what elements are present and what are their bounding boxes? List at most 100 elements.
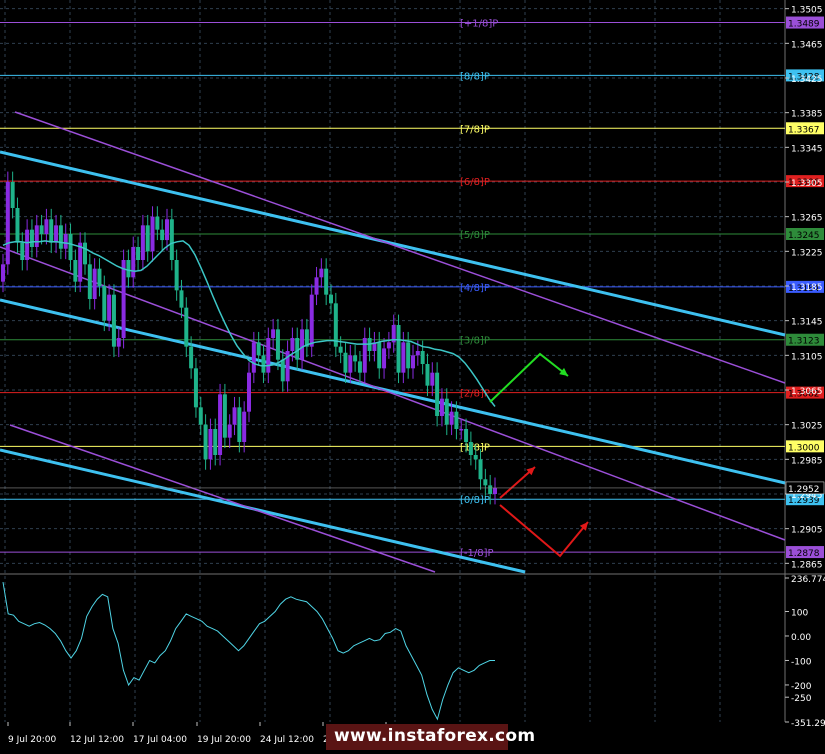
candle-body	[319, 268, 324, 278]
candle-body	[449, 411, 454, 425]
time-tick-label: 17 Jul 04:00	[133, 735, 187, 745]
chart-canvas: [+1/8]P 1.3489[8/8]P 1.3428[7/8]P 1.3367[6/…	[0, 0, 825, 750]
candle-body	[15, 208, 20, 243]
price-tick-label: 1.3465	[791, 40, 823, 50]
price-tick-label: 1.3425	[791, 75, 823, 85]
price-tag-text: 1.3123	[788, 337, 820, 347]
candle-body	[459, 429, 464, 431]
candle-body	[357, 361, 362, 373]
candle-body	[145, 225, 150, 252]
time-tick-label: 9 Jul 20:00	[8, 735, 57, 745]
price-tick-label: 1.3225	[791, 248, 823, 258]
candle-body	[39, 225, 44, 234]
candle-body	[87, 264, 92, 299]
candle-body	[256, 342, 261, 356]
price-tick-label: 1.2985	[791, 456, 823, 466]
murrey-label: [0/8]P	[460, 495, 490, 506]
candle-body	[198, 407, 203, 425]
murrey-label: [8/8]P	[460, 71, 490, 82]
candle-body	[44, 219, 49, 234]
candle-body	[140, 225, 145, 260]
price-tick-label: 1.3065	[791, 387, 823, 397]
price-tick-label: 1.3385	[791, 110, 823, 120]
candle-body	[222, 394, 227, 438]
candle-body	[218, 394, 223, 455]
candle-body	[126, 260, 131, 278]
candle-body	[386, 342, 391, 349]
candle-body	[242, 411, 247, 442]
candle-body	[131, 247, 136, 278]
candle-body	[232, 407, 237, 425]
candle-body	[493, 487, 497, 494]
candle-body	[179, 290, 184, 308]
candle-body	[83, 242, 87, 265]
candle-body	[111, 294, 116, 347]
price-tick-label: 1.3265	[791, 214, 823, 224]
candle-body	[184, 307, 189, 347]
candle-body	[275, 329, 280, 360]
candle-body	[261, 355, 266, 373]
candle-body	[338, 346, 343, 353]
price-tag-text: 1.3367	[788, 125, 820, 135]
price-tick-label: 1.3105	[791, 352, 823, 362]
candle-body	[348, 355, 353, 373]
candle-body	[435, 372, 440, 416]
candle-body	[444, 398, 449, 425]
candle-body	[102, 286, 107, 321]
candle-body	[329, 294, 333, 304]
candle-body	[54, 225, 59, 243]
price-tick-label: 1.3305	[791, 179, 823, 189]
cci-tick-label: -100	[791, 657, 812, 667]
murrey-label: [3/8]P	[460, 336, 490, 347]
cci-tick-label: 100	[791, 608, 808, 618]
candle-body	[5, 182, 10, 265]
price-tick-label: 1.3505	[791, 6, 823, 16]
candle-body	[266, 338, 271, 373]
candle-body	[20, 242, 25, 260]
cci-tick-label: 236.7745	[791, 575, 825, 585]
candle-body	[478, 459, 483, 480]
candle-body	[483, 479, 488, 486]
candle-body	[169, 219, 174, 260]
cci-tick-label: 0.00	[791, 633, 811, 643]
candle-body	[136, 247, 141, 260]
candle-body	[300, 329, 305, 360]
candle-body	[425, 364, 430, 386]
candle-body	[213, 429, 218, 455]
candle-body	[34, 225, 39, 247]
candle-body	[10, 182, 15, 208]
candle-body	[58, 225, 63, 249]
candle-body	[193, 368, 198, 408]
candle-body	[174, 260, 179, 291]
watermark: www.instaforex.com	[334, 726, 536, 746]
candle-body	[314, 277, 319, 295]
price-tag-text: 1.3245	[788, 231, 820, 241]
forex-chart: [+1/8]P 1.3489 [8/8]P 1.3428 [7/8]P 1.3367 [6/…	[0, 0, 825, 750]
candle-body	[73, 260, 78, 282]
murrey-label: [5/8]P	[460, 230, 490, 241]
candle-body	[78, 242, 83, 282]
candle-body	[97, 268, 102, 286]
price-tag-text: 1.3000	[788, 443, 820, 453]
candle-body	[488, 485, 493, 494]
candle-body	[377, 342, 382, 369]
candle-body	[227, 424, 232, 438]
time-tick-label: 12 Jul 12:00	[70, 735, 124, 745]
murrey-label: [6/8]P	[460, 177, 490, 188]
price-tick-label: 1.2905	[791, 526, 823, 536]
candle-body	[68, 234, 73, 260]
candle-body	[439, 398, 444, 416]
candle-body	[401, 342, 406, 373]
candle-body	[468, 442, 473, 455]
murrey-label: [1/8]P	[460, 442, 490, 453]
candle-body	[25, 229, 30, 260]
candle-body	[309, 294, 314, 347]
murrey-label: [4/8]P	[460, 283, 490, 294]
price-tick-label: 1.3345	[791, 144, 823, 154]
price-tag-text: 1.3489	[788, 20, 820, 30]
candle-body	[382, 348, 387, 369]
candle-body	[92, 268, 97, 299]
candle-body	[420, 351, 425, 364]
candle-body	[63, 234, 68, 249]
price-tag-text: 1.2878	[788, 549, 820, 559]
